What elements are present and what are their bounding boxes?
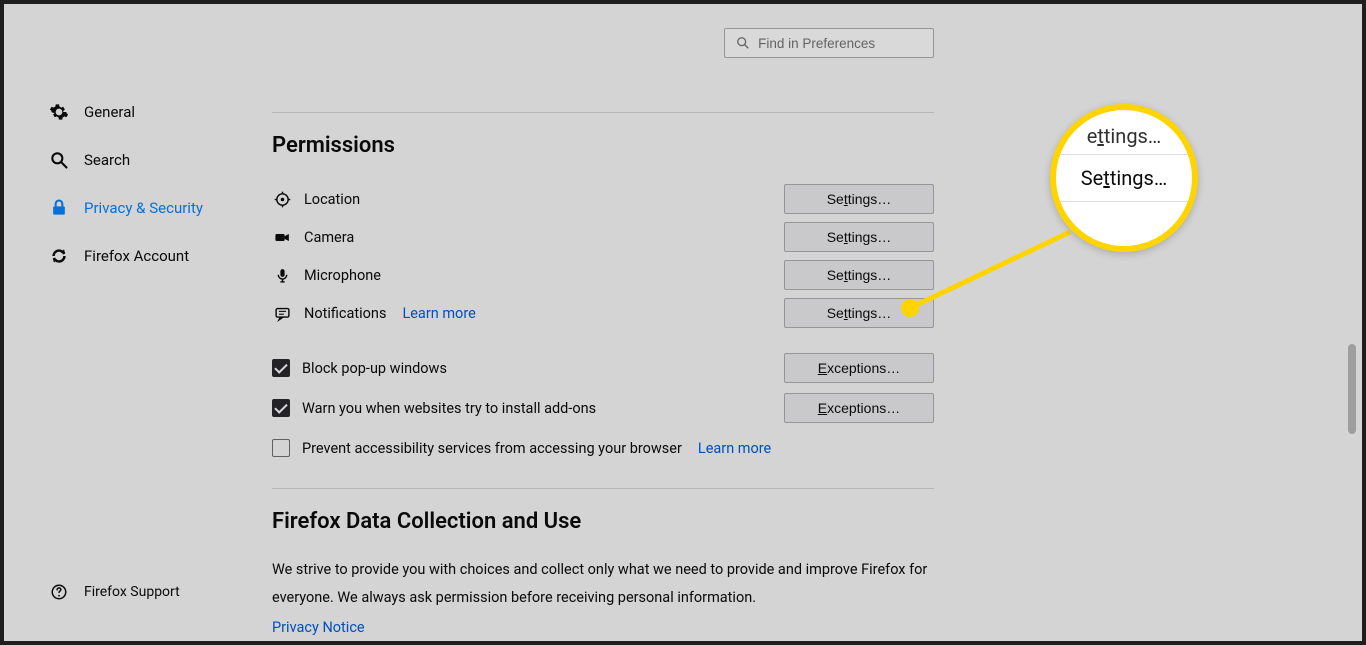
callout-main-text: Settings… [1056, 154, 1192, 202]
permission-label: Location [304, 191, 360, 208]
sidebar-item-firefox-account[interactable]: Firefox Account [48, 232, 248, 280]
popups-exceptions-button[interactable]: Exceptions… [784, 353, 934, 383]
warn-addons-checkbox[interactable] [272, 399, 290, 417]
location-settings-button[interactable]: Settings… [784, 184, 934, 214]
location-icon [272, 189, 292, 209]
sidebar-item-label: Search [84, 151, 130, 169]
gear-icon [48, 101, 70, 123]
support-label: Firefox Support [84, 584, 180, 600]
permission-label: Microphone [304, 267, 381, 284]
microphone-settings-button[interactable]: Settings… [784, 260, 934, 290]
addons-exceptions-button[interactable]: Exceptions… [784, 393, 934, 423]
permissions-heading: Permissions [272, 133, 934, 158]
notifications-learn-more-link[interactable]: Learn more [402, 305, 475, 322]
main-content: Permissions Location Settings… Camera Se… [272, 4, 934, 636]
sidebar-item-label: Firefox Account [84, 247, 189, 265]
accessibility-learn-more-link[interactable]: Learn more [698, 440, 771, 457]
sidebar-item-privacy-security[interactable]: Privacy & Security [48, 184, 248, 232]
divider [272, 488, 934, 489]
data-collection-heading: Firefox Data Collection and Use [272, 509, 934, 534]
firefox-support-link[interactable]: Firefox Support [48, 581, 180, 603]
prevent-accessibility-label: Prevent accessibility services from acce… [302, 440, 682, 457]
permission-row-location: Location Settings… [272, 180, 934, 218]
camera-settings-button[interactable]: Settings… [784, 222, 934, 252]
callout-anchor-dot [901, 299, 919, 317]
search-icon [48, 149, 70, 171]
microphone-icon [272, 265, 292, 285]
permission-row-notifications: Notifications Learn more Settings… [272, 294, 934, 332]
sync-icon [48, 245, 70, 267]
lock-icon [48, 197, 70, 219]
data-collection-description: We strive to provide you with choices an… [272, 556, 934, 611]
sidebar-item-label: General [84, 103, 135, 121]
camera-icon [272, 227, 292, 247]
permission-label: Notifications [304, 305, 386, 322]
prevent-accessibility-checkbox[interactable] [272, 439, 290, 457]
block-popups-label: Block pop-up windows [302, 360, 447, 377]
permission-row-microphone: Microphone Settings… [272, 256, 934, 294]
prevent-accessibility-row: Prevent accessibility services from acce… [272, 428, 934, 468]
block-popups-row: Block pop-up windows Exceptions… [272, 348, 934, 388]
block-popups-checkbox[interactable] [272, 359, 290, 377]
permission-label: Camera [304, 229, 354, 246]
permission-row-camera: Camera Settings… [272, 218, 934, 256]
callout-magnifier: ettings… Settings… [1050, 104, 1198, 252]
warn-addons-label: Warn you when websites try to install ad… [302, 400, 596, 417]
help-icon [48, 581, 70, 603]
notifications-icon [272, 303, 292, 323]
sidebar-nav: General Search Privacy & Security Firefo… [48, 88, 248, 280]
scrollbar-thumb[interactable] [1348, 344, 1356, 434]
privacy-notice-link[interactable]: Privacy Notice [272, 619, 365, 636]
divider [272, 112, 934, 113]
warn-addons-row: Warn you when websites try to install ad… [272, 388, 934, 428]
sidebar-item-label: Privacy & Security [84, 199, 203, 217]
callout-top-text: ettings… [1056, 124, 1192, 154]
sidebar-item-search[interactable]: Search [48, 136, 248, 184]
sidebar-item-general[interactable]: General [48, 88, 248, 136]
